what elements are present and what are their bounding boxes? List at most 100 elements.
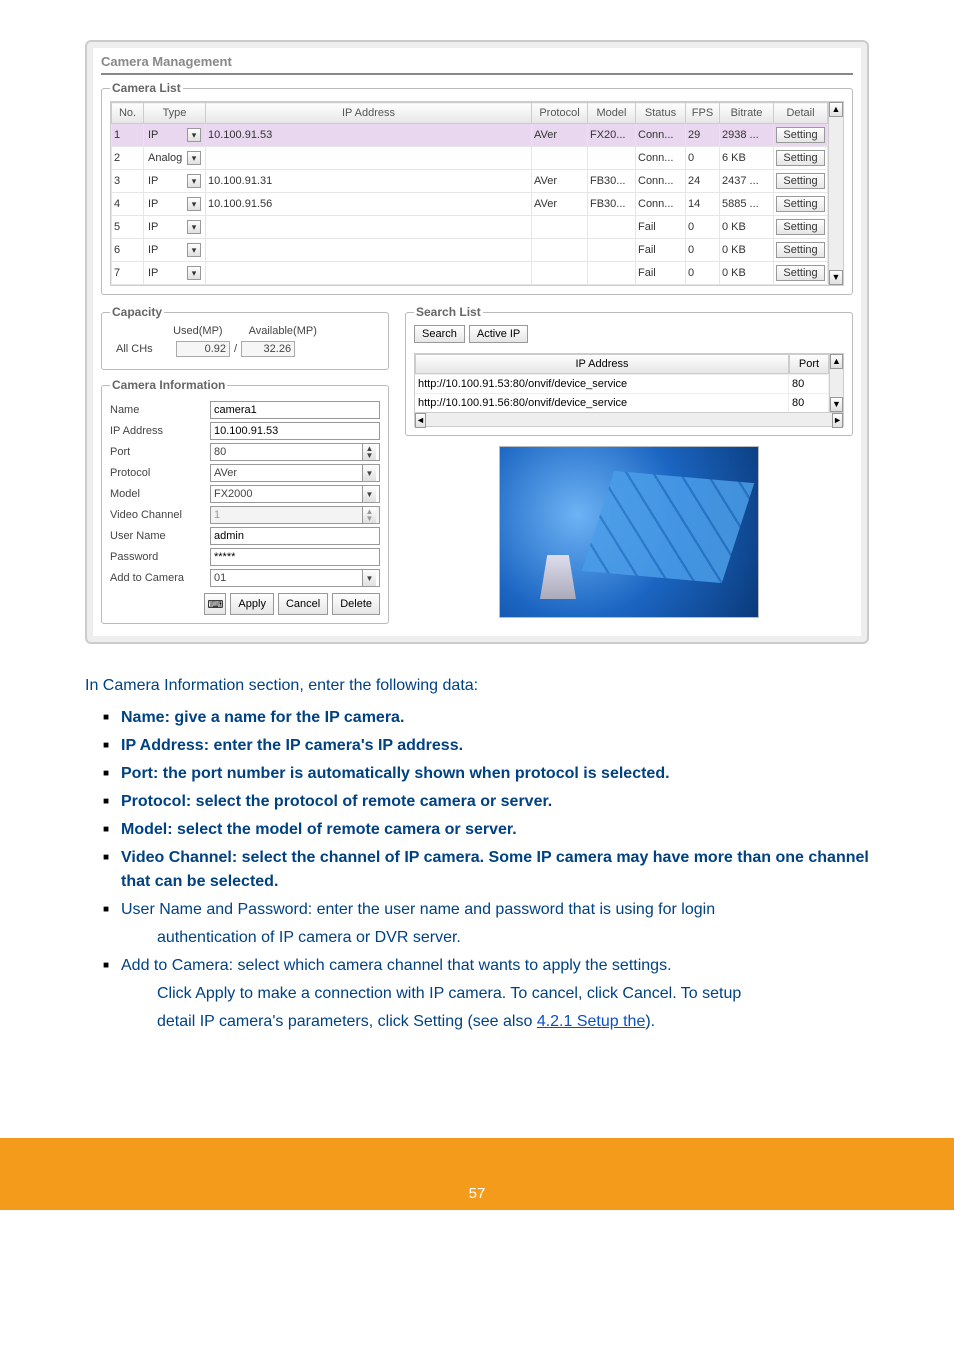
setting-button[interactable]: Setting [776,150,825,166]
doc-bullet: User Name and Password: enter the user n… [103,898,869,950]
capacity-fieldset: Capacity Used(MP) Available(MP) All CHs … [101,305,389,370]
doc-bullet: IP Address: enter the IP camera's IP add… [103,734,869,758]
camera-list-fieldset: Camera List No. Type IP Address Protocol [101,81,853,295]
search-list-fieldset: Search List Search Active IP IP Address … [405,305,853,436]
setting-button[interactable]: Setting [776,219,825,235]
model-select[interactable]: FX2000▼ [210,485,380,503]
th-status[interactable]: Status [636,103,686,124]
scroll-down-icon[interactable]: ▼ [829,270,843,285]
search-th-ip[interactable]: IP Address [415,354,789,374]
chevron-down-icon[interactable]: ▾ [187,243,201,257]
capacity-used-value: 0.92 [176,341,230,357]
setting-button[interactable]: Setting [776,127,825,143]
chevron-down-icon[interactable]: ▼ [362,465,376,481]
stepper-arrows-icon[interactable]: ▲▼ [362,444,376,460]
scroll-right-icon[interactable]: ► [832,413,843,428]
scroll-left-icon[interactable]: ◄ [415,413,426,428]
lbl-user: User Name [110,530,210,542]
addto-select[interactable]: 01▼ [210,569,380,587]
table-row[interactable]: 6IP▾Fail00 KBSetting [112,239,843,262]
search-list-legend: Search List [414,305,483,319]
port-stepper[interactable]: 80▲▼ [210,443,380,461]
user-input[interactable] [210,527,380,545]
capacity-used-label: Used(MP) [173,325,223,337]
th-bitrate[interactable]: Bitrate [720,103,774,124]
chevron-down-icon[interactable]: ▾ [187,220,201,234]
lbl-vchan: Video Channel [110,509,210,521]
stepper-arrows-icon[interactable]: ▲▼ [362,507,376,523]
doc-bullet: Video Channel: select the channel of IP … [103,846,869,894]
th-ip[interactable]: IP Address [206,103,532,124]
setting-button[interactable]: Setting [776,196,825,212]
th-model[interactable]: Model [588,103,636,124]
apply-button[interactable]: Apply [230,593,274,615]
th-type[interactable]: Type [144,103,206,124]
scroll-up-icon[interactable]: ▲ [830,354,843,369]
doc-bullet: Name: give a name for the IP camera. [103,706,869,730]
table-row[interactable]: 2Analog▾Conn...06 KBSetting [112,147,843,170]
camera-list-table: No. Type IP Address Protocol Model Statu… [111,102,843,285]
camera-preview-image [499,446,759,618]
vchannel-stepper[interactable]: 1▲▼ [210,506,380,524]
capacity-avail-value: 32.26 [241,341,295,357]
chevron-down-icon[interactable]: ▾ [187,197,201,211]
lbl-port: Port [110,446,210,458]
chevron-down-icon[interactable]: ▼ [362,486,376,502]
th-protocol[interactable]: Protocol [532,103,588,124]
list-item[interactable]: http://10.100.91.56:80/onvif/device_serv… [415,393,843,412]
delete-button[interactable]: Delete [332,593,380,615]
th-detail[interactable]: Detail [774,103,828,124]
scroll-up-icon[interactable]: ▲ [829,102,843,117]
th-no[interactable]: No. [112,103,144,124]
chevron-down-icon[interactable]: ▼ [362,570,376,586]
search-button[interactable]: Search [414,325,465,343]
capacity-sep: / [234,343,237,355]
table-row[interactable]: 7IP▾Fail00 KBSetting▼ [112,262,843,285]
lbl-model: Model [110,488,210,500]
cancel-button[interactable]: Cancel [278,593,328,615]
list-item[interactable]: http://10.100.91.53:80/onvif/device_serv… [415,374,843,393]
password-input[interactable] [210,548,380,566]
search-th-port[interactable]: Port [789,354,829,374]
keyboard-icon[interactable]: ⌨ [204,593,226,615]
search-vscroll[interactable]: ▲ ▼ [829,354,843,412]
lbl-ip: IP Address [110,425,210,437]
search-hscroll[interactable]: ◄ ► [415,412,843,426]
doc-bullet: Port: the port number is automatically s… [103,762,869,786]
doc-link[interactable]: 4.2.1 Setup the [537,1013,646,1030]
camera-list-scrollbar[interactable]: ▲ ▼ [828,102,843,285]
chevron-down-icon[interactable]: ▾ [187,174,201,188]
name-input[interactable] [210,401,380,419]
setting-button[interactable]: Setting [776,265,825,281]
ip-input[interactable] [210,422,380,440]
protocol-select[interactable]: AVer▼ [210,464,380,482]
lbl-addto: Add to Camera [110,572,210,584]
scroll-down-icon[interactable]: ▼ [830,397,843,412]
capacity-legend: Capacity [110,305,164,319]
camera-info-fieldset: Camera Information Name IP Address Port … [101,378,389,624]
table-row[interactable]: 4IP▾10.100.91.56AVerFB30...Conn...145885… [112,193,843,216]
setting-button[interactable]: Setting [776,242,825,258]
lbl-name: Name [110,404,210,416]
table-row[interactable]: 1IP▾10.100.91.53AVerFX20...Conn...292938… [112,124,843,147]
th-fps[interactable]: FPS [686,103,720,124]
camera-list-legend: Camera List [110,81,183,95]
doc-bullet: Model: select the model of remote camera… [103,818,869,842]
window-title: Camera Management [101,52,853,75]
table-row[interactable]: 3IP▾10.100.91.31AVerFB30...Conn...242437… [112,170,843,193]
camera-info-legend: Camera Information [110,378,227,392]
lbl-pwd: Password [110,551,210,563]
capacity-allchs: All CHs [116,343,172,355]
setting-button[interactable]: Setting [776,173,825,189]
table-row[interactable]: 5IP▾Fail00 KBSetting [112,216,843,239]
doc-intro: In Camera Information section, enter the… [85,674,869,698]
lbl-protocol: Protocol [110,467,210,479]
activeip-button[interactable]: Active IP [469,325,528,343]
capacity-avail-label: Available(MP) [249,325,317,337]
chevron-down-icon[interactable]: ▾ [187,151,201,165]
chevron-down-icon[interactable]: ▾ [187,128,201,142]
document-body: In Camera Information section, enter the… [85,674,869,1034]
chevron-down-icon[interactable]: ▾ [187,266,201,280]
doc-bullet: Add to Camera: select which camera chann… [103,954,869,1034]
doc-bullet: Protocol: select the protocol of remote … [103,790,869,814]
